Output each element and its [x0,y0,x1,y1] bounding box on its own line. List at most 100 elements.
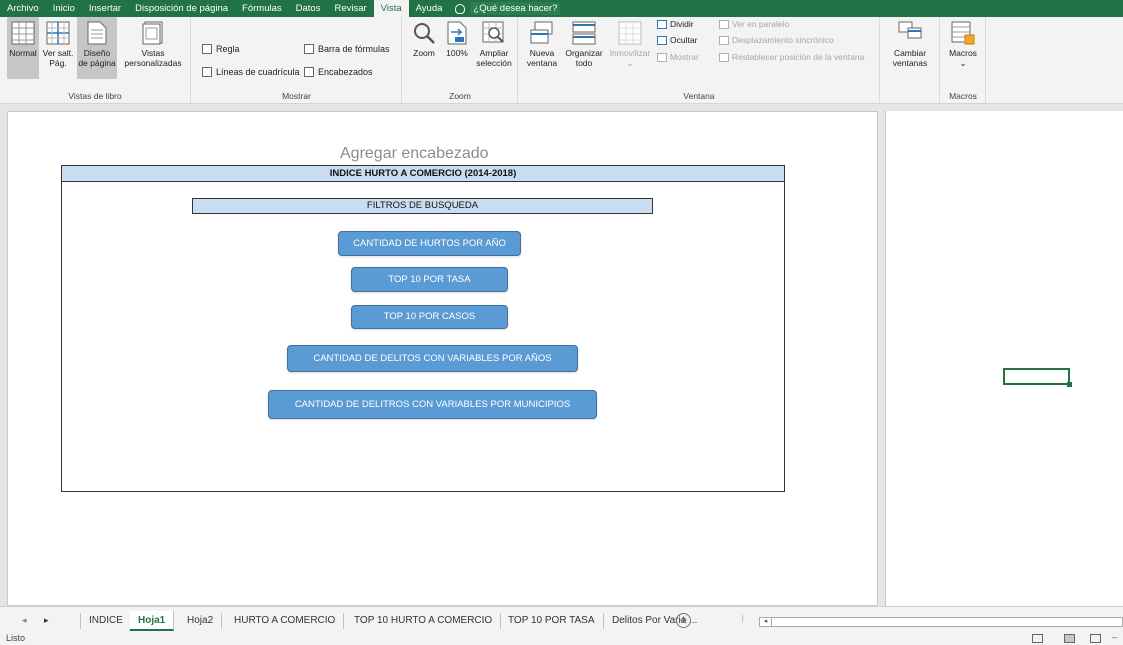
top10-tasa-button[interactable]: TOP 10 POR TASA [351,267,508,292]
custom-views-icon [142,21,163,45]
hide-button[interactable]: Ocultar [657,35,697,45]
tab-ayuda[interactable]: Ayuda [409,0,450,17]
switch-windows-main[interactable]: Cambiar ventanas [884,21,936,68]
sheet-tab-hoja2[interactable]: Hoja2 [179,613,223,629]
horizontal-scrollbar[interactable]: ◂ [759,617,1123,627]
barra-formulas-box [304,44,314,54]
view-side-by-side-button[interactable]: Ver en paralelo [719,19,789,29]
group-zoom: Zoom 100% Ampliar selección Zoom [403,17,518,104]
split-button[interactable]: Dividir [657,19,694,29]
index-title: INDICE HURTO A COMERCIO (2014-2018) [62,166,784,182]
nueva-label-2: ventana [526,58,558,68]
ampliar-label-2: selección [476,58,512,68]
zoom-button[interactable]: Zoom [409,21,439,58]
add-header-placeholder[interactable]: Agregar encabezado [340,145,489,163]
group-label-vistas: Vistas de libro [68,91,122,101]
selected-cell[interactable] [1003,368,1072,387]
macros-button[interactable]: Macros ⌄ [944,21,982,68]
restablecer-label: Restablecer posición de la ventana [732,52,865,62]
ribbon: Normal Ver salt. Pág. Diseño de página V… [0,17,1123,104]
tabs-split-handle[interactable]: ⁝ [741,614,744,625]
top10-casos-button[interactable]: TOP 10 POR CASOS [351,305,508,329]
macros-icon [951,21,975,45]
next-page-area[interactable] [885,111,1123,606]
regla-checkbox[interactable]: Regla [202,44,240,54]
status-bar: Listo – [0,632,1123,645]
next-sheet-icon[interactable]: ▸ [44,615,49,626]
sheet-tab-indice[interactable]: INDICE [80,613,132,629]
lineas-cuadricula-checkbox[interactable]: Líneas de cuadrícula [202,67,300,77]
page-break-view-button[interactable]: Ver salt. Pág. [40,21,76,68]
sheet-tabs-bar: ◂ ▸ INDICE Hoja1 Hoja2 HURTO A COMERCIO … [0,606,1123,632]
group-label-zoom: Zoom [449,91,471,101]
unhide-button[interactable]: Mostrar [657,52,699,62]
sheet-tab-hoja1[interactable]: Hoja1 [130,611,175,631]
tab-archivo[interactable]: Archivo [0,0,46,17]
normal-label: Normal [9,48,37,58]
tab-vista[interactable]: Vista [373,0,409,17]
menu-bar: Archivo Inicio Insertar Disposición de p… [0,0,1123,17]
page-layout-view-icon[interactable] [1064,634,1075,643]
vistas-label-1: Vistas [141,48,165,58]
macros-dropdown-icon: ⌄ [959,58,967,68]
freeze-panes-button[interactable]: Inmovilizar ⌄ [608,21,652,68]
delitos-por-anos-button[interactable]: CANTIDAD DE DELITOS CON VARIABLES POR AÑ… [287,345,578,372]
filters-title: FILTROS DE BUSQUEDA [192,198,653,214]
new-window-button[interactable]: Nueva ventana [525,21,559,68]
vistas-label-2: personalizadas [124,58,182,68]
barra-formulas-label: Barra de fórmulas [318,44,390,54]
switch-windows-icon [898,21,922,39]
tab-inicio[interactable]: Inicio [46,0,82,17]
page-break-icon [46,21,70,45]
magnifier-icon [414,23,435,44]
lineas-label: Líneas de cuadrícula [216,67,300,77]
sheet-tab-hurto-comercio[interactable]: HURTO A COMERCIO [226,613,345,629]
sync-scroll-button[interactable]: Desplazamiento sincrónico [719,35,834,45]
zoom-selection-icon [482,21,504,43]
tab-revisar[interactable]: Revisar [327,0,373,17]
normal-view-icon[interactable] [1032,634,1043,643]
tab-datos[interactable]: Datos [289,0,328,17]
split-icon [657,19,667,29]
tab-insertar[interactable]: Insertar [82,0,128,17]
sheet-tab-top10-hurto[interactable]: TOP 10 HURTO A COMERCIO [346,613,502,629]
tell-me-search[interactable]: ¿Qué desea hacer? [455,2,561,15]
normal-view-button[interactable]: Normal [7,17,39,79]
macros-label: Macros [949,48,977,58]
ver-salt-label-2: Pág. [49,58,67,68]
reset-position-icon [719,52,729,62]
group-macros: Macros ⌄ Macros [941,17,986,104]
ampliar-label-1: Ampliar [479,48,509,58]
zoom-100-icon [447,21,467,45]
ocultar-label: Ocultar [670,35,698,45]
page-gap [878,111,885,606]
delitos-por-municipios-button[interactable]: CANTIDAD DE DELITROS CON VARIABLES POR M… [268,390,597,419]
freeze-panes-icon [618,21,642,45]
hide-icon [657,35,667,45]
custom-views-button[interactable]: Vistas personalizadas [119,21,187,68]
tab-formulas[interactable]: Fórmulas [235,0,289,17]
unhide-icon [657,52,667,62]
zoom-selection-button[interactable]: Ampliar selección [473,21,515,68]
group-cambiar: Cambiar ventanas [880,17,940,104]
arrange-all-icon [572,21,596,45]
page-layout-view-button[interactable]: Diseño de página [77,17,117,79]
page-layout-icon [87,21,107,45]
zoom-out-icon[interactable]: – [1112,632,1117,642]
scroll-left-icon[interactable]: ◂ [760,618,772,626]
page-break-view-icon[interactable] [1090,634,1101,643]
barra-formulas-checkbox[interactable]: Barra de fórmulas [304,44,390,54]
encabezados-checkbox[interactable]: Encabezados [304,67,373,77]
group-label-ventana: Ventana [683,91,715,101]
diseno-label-2: de página [78,58,116,68]
tab-disposicion[interactable]: Disposición de página [128,0,235,17]
add-sheet-icon[interactable]: + [676,613,691,628]
zoom-100-button[interactable]: 100% [443,21,471,58]
reset-position-button[interactable]: Restablecer posición de la ventana [719,52,864,62]
sheet-tab-top10-tasa[interactable]: TOP 10 POR TASA [500,613,604,629]
hurtos-por-ano-button[interactable]: CANTIDAD DE HURTOS POR AÑO [338,231,521,256]
prev-sheet-icon[interactable]: ◂ [22,615,27,626]
group-ventana: Nueva ventana Organizar todo Inmovilizar… [519,17,880,104]
arrange-all-button[interactable]: Organizar todo [562,21,606,68]
group-label-mostrar: Mostrar [282,91,311,101]
